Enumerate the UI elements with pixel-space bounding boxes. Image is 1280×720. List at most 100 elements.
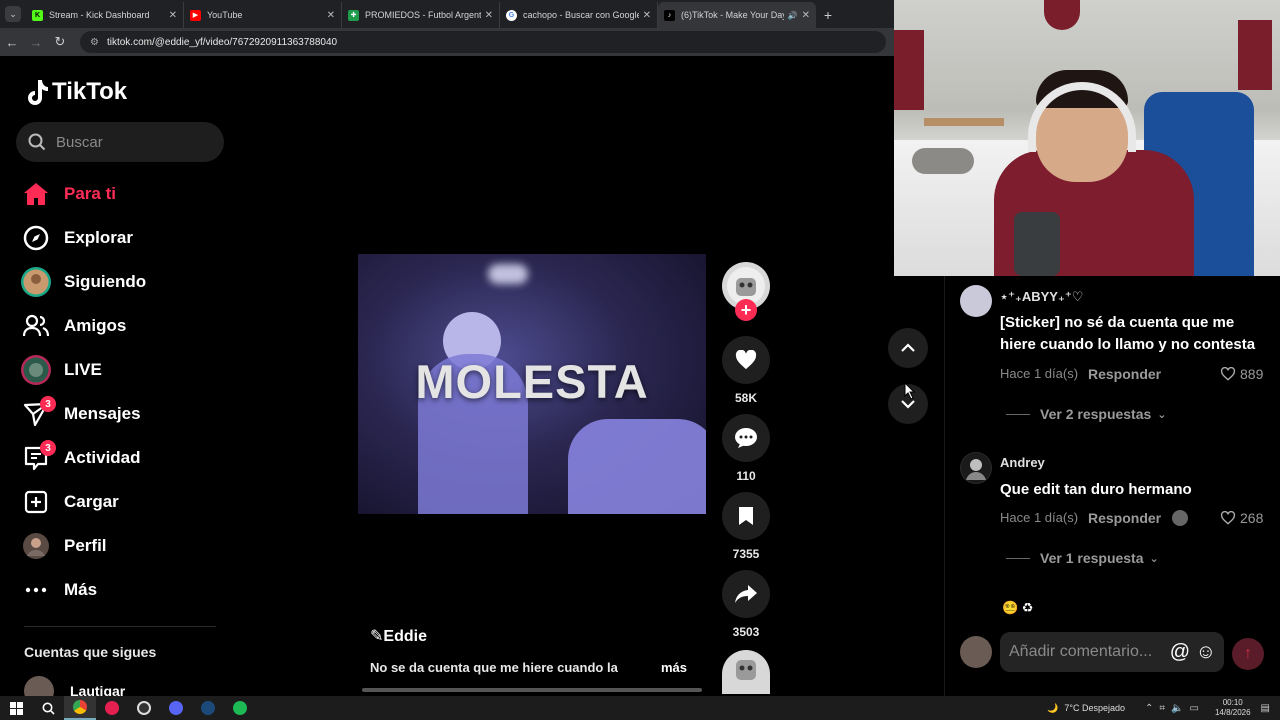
speaker-icon[interactable]: 🔈 — [1171, 703, 1183, 714]
avatar-image — [961, 453, 991, 483]
avatar[interactable] — [960, 285, 992, 317]
comment-reply-button[interactable]: Responder — [1088, 510, 1161, 526]
activity-icon: 3 — [20, 440, 56, 474]
sidebar-item-perfil[interactable]: Perfil — [20, 526, 107, 566]
taskbar-obs[interactable] — [128, 696, 160, 720]
close-icon[interactable]: ✕ — [169, 10, 177, 21]
comment-username[interactable]: Andrey — [1000, 455, 1045, 470]
like-button[interactable] — [722, 336, 770, 384]
music-disc[interactable] — [722, 650, 770, 694]
comment-username[interactable]: ⋆⁺₊ABYY₊⁺♡ — [1000, 289, 1083, 305]
comment-like-button[interactable]: 268 — [1220, 510, 1263, 526]
sidebar-item-para-ti[interactable]: Para ti — [20, 174, 116, 214]
previous-video-button[interactable] — [888, 328, 928, 368]
clock[interactable]: 00:10 14/8/2026 — [1215, 698, 1251, 718]
tiktok-icon: ♪ — [664, 9, 675, 21]
taskbar-spotify[interactable] — [224, 696, 256, 720]
weather-widget[interactable]: 🌙 7°C Despejado — [1047, 703, 1125, 714]
comment-like-count: 889 — [1240, 366, 1264, 382]
start-button[interactable] — [0, 696, 32, 720]
site-info-icon[interactable]: ⚙ — [90, 37, 99, 48]
share-button[interactable] — [722, 570, 770, 618]
like-count: 58K — [734, 391, 757, 405]
sidebar-item-mas[interactable]: Más — [20, 570, 97, 610]
send-comment-button[interactable]: ↑ — [1232, 638, 1264, 670]
new-tab-button[interactable]: + — [816, 2, 840, 28]
comment-input-placeholder: Añadir comentario... — [1009, 643, 1153, 660]
follow-plus-button[interactable]: + — [735, 299, 757, 321]
browser-tab-kick[interactable]: K Stream - Kick Dashboard ✕ — [26, 2, 184, 28]
search-input[interactable]: Buscar — [16, 122, 224, 162]
view-replies-button[interactable]: Ver 2 respuestas ⌄ — [1006, 406, 1167, 422]
close-icon[interactable]: ✕ — [485, 10, 493, 21]
tab-title: PROMIEDOS - Futbol Argentino — [365, 10, 481, 20]
view-replies-button[interactable]: Ver 1 respuesta ⌄ — [1006, 550, 1159, 566]
taskbar-chrome[interactable] — [64, 696, 96, 720]
comment-count: 110 — [736, 469, 756, 483]
sidebar-item-explorar[interactable]: Explorar — [20, 218, 133, 258]
browser-tab-tiktok[interactable]: ♪ (6)TikTok - Make Your Day 🔊 ✕ — [658, 2, 816, 28]
video-author-name[interactable]: ✎Eddie — [370, 626, 427, 646]
comment-reply-button[interactable]: Responder — [1088, 366, 1161, 382]
comment-button[interactable] — [722, 414, 770, 462]
mention-icon[interactable]: @ — [1170, 641, 1190, 664]
comment-input[interactable]: Añadir comentario... @ ☺ — [1000, 632, 1224, 672]
network-icon[interactable]: ⌗ — [1159, 703, 1165, 714]
taskbar-media-player[interactable] — [96, 696, 128, 720]
promiedos-icon: ✚ — [348, 9, 359, 21]
chevron-down-icon: ⌄ — [5, 6, 21, 22]
sidebar-item-label: Para ti — [64, 184, 116, 203]
sidebar-item-siguiendo[interactable]: Siguiendo — [20, 262, 146, 302]
comment-like-button[interactable]: 889 — [1220, 366, 1263, 382]
mate-cup — [1014, 212, 1060, 276]
close-icon[interactable]: ✕ — [643, 10, 651, 21]
chevron-up-icon — [901, 343, 915, 352]
emoji-icon[interactable]: ☺ — [1196, 641, 1216, 664]
notification-icon[interactable]: ▤ — [1261, 703, 1270, 714]
sidebar-divider — [24, 626, 216, 627]
creator-liked-avatar — [1172, 510, 1188, 526]
notification-badge: 3 — [40, 440, 56, 456]
speaker-icon[interactable]: 🔊 — [788, 11, 798, 20]
cat — [912, 148, 974, 174]
browser-tab-promiedos[interactable]: ✚ PROMIEDOS - Futbol Argentino ✕ — [342, 2, 500, 28]
sidebar-item-cargar[interactable]: Cargar — [20, 482, 119, 522]
sidebar-item-label: LIVE — [64, 360, 102, 379]
forward-button[interactable]: → — [24, 35, 48, 50]
description-more-button[interactable]: más — [661, 660, 687, 675]
taskbar-discord[interactable] — [160, 696, 192, 720]
browser-tab-google[interactable]: G cachopo - Buscar con Google ✕ — [500, 2, 658, 28]
live-icon — [20, 354, 52, 386]
video-player[interactable]: MOLESTA — [358, 254, 706, 514]
url-field[interactable]: ⚙ tiktok.com/@eddie_yf/video/76729209113… — [80, 31, 886, 53]
sidebar-item-mensajes[interactable]: 3 Mensajes — [20, 394, 141, 434]
save-button[interactable] — [722, 492, 770, 540]
hanging-shirt-left — [894, 30, 924, 110]
reload-button[interactable]: ↻ — [48, 34, 72, 50]
logo-text: TikTok — [52, 78, 128, 105]
stage-light — [488, 264, 528, 284]
battery-icon[interactable]: ▭ — [1190, 703, 1199, 714]
search-placeholder: Buscar — [56, 133, 103, 151]
share-count: 3503 — [732, 625, 760, 639]
chevron-up-icon[interactable]: ⌃ — [1145, 703, 1153, 714]
taskbar-search-button[interactable] — [32, 696, 64, 720]
taskbar-steam[interactable] — [192, 696, 224, 720]
tab-search-button[interactable]: ⌄ — [0, 0, 26, 28]
back-button[interactable]: ← — [0, 35, 24, 50]
sidebar-item-amigos[interactable]: Amigos — [20, 306, 126, 346]
clock-time: 00:10 — [1222, 698, 1243, 707]
google-icon: G — [506, 9, 517, 21]
kick-icon: K — [32, 9, 43, 21]
video-progress-bar[interactable] — [362, 688, 702, 692]
browser-tab-youtube[interactable]: ▶ YouTube ✕ — [184, 2, 342, 28]
sidebar-item-actividad[interactable]: 3 Actividad — [20, 438, 141, 478]
close-icon[interactable]: ✕ — [802, 10, 810, 21]
avatar[interactable] — [960, 452, 992, 484]
sidebar-item-live[interactable]: LIVE — [20, 350, 102, 390]
tiktok-logo[interactable]: TikTok — [24, 78, 127, 106]
close-icon[interactable]: ✕ — [327, 10, 335, 21]
tab-title: Stream - Kick Dashboard — [49, 10, 150, 20]
bookmark-icon — [739, 507, 753, 525]
heart-outline-icon — [1220, 367, 1236, 381]
